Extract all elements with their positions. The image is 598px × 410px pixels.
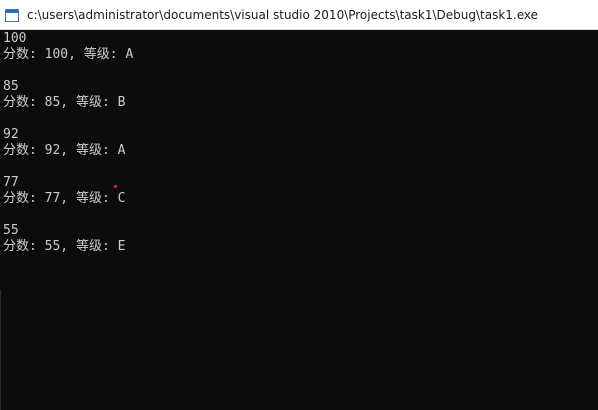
- console-line: 分数: 100, 等级: A: [3, 47, 134, 62]
- console-line: 分数: 55, 等级: E: [3, 239, 126, 254]
- console-line: 分数: 77, 等级: C: [3, 191, 126, 206]
- console-output[interactable]: 100 分数: 100, 等级: A 85 分数: 85, 等级: B 92 分…: [0, 30, 598, 400]
- console-line: 100: [3, 31, 27, 46]
- pointer-dot: [114, 185, 117, 188]
- console-app-icon[interactable]: [5, 8, 19, 22]
- console-line: 55: [3, 223, 19, 238]
- console-window: c:\users\administrator\documents\visual …: [0, 0, 598, 410]
- console-line: 85: [3, 79, 19, 94]
- title-bar[interactable]: c:\users\administrator\documents\visual …: [0, 0, 598, 30]
- console-line: 92: [3, 127, 19, 142]
- console-line: 分数: 92, 等级: A: [3, 143, 126, 158]
- console-line: 77: [3, 175, 19, 190]
- left-edge-marker: [0, 290, 1, 410]
- window-title: c:\users\administrator\documents\visual …: [27, 7, 539, 22]
- console-line: 分数: 85, 等级: B: [3, 95, 126, 110]
